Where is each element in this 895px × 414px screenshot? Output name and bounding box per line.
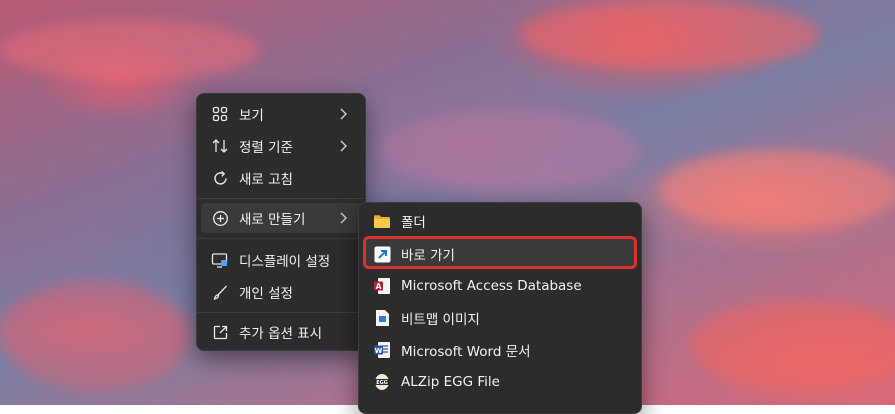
- menu-item-view[interactable]: 보기: [201, 99, 361, 129]
- menu-separator: [197, 312, 365, 313]
- submenu-item-label: ALZip EGG File: [401, 374, 500, 390]
- grid-icon: [209, 103, 231, 125]
- shortcut-icon: [371, 243, 393, 265]
- submenu-item-folder[interactable]: 폴더: [363, 206, 637, 236]
- chevron-right-icon: [340, 140, 347, 152]
- menu-item-label: 정렬 기준: [239, 140, 293, 156]
- new-submenu: 폴더 바로 가기 A Microsoft Access Database 비트맵…: [358, 202, 642, 414]
- submenu-item-label: Microsoft Access Database: [401, 278, 582, 294]
- external-link-icon: [209, 321, 231, 343]
- submenu-item-shortcut[interactable]: 바로 가기: [363, 239, 637, 269]
- menu-item-label: 새로 만들기: [239, 212, 306, 228]
- menu-item-label: 추가 옵션 표시: [239, 326, 323, 342]
- submenu-item-alzip-egg[interactable]: EGG ALZip EGG File: [363, 367, 637, 397]
- menu-item-label: 보기: [239, 108, 264, 124]
- display-icon: [209, 249, 231, 271]
- menu-item-label: 새로 고침: [239, 172, 293, 188]
- menu-item-sort-by[interactable]: 정렬 기준: [201, 131, 361, 161]
- submenu-item-word-document[interactable]: W Microsoft Word 문서: [363, 335, 637, 365]
- word-icon: W: [371, 339, 393, 361]
- menu-item-new[interactable]: 새로 만들기: [201, 203, 361, 233]
- submenu-item-label: 폴더: [401, 215, 426, 231]
- submenu-item-bitmap-image[interactable]: 비트맵 이미지: [363, 303, 637, 333]
- menu-item-personalize[interactable]: 개인 설정: [201, 277, 361, 307]
- brush-icon: [209, 281, 231, 303]
- menu-item-label: 개인 설정: [239, 286, 293, 302]
- chevron-right-icon: [340, 212, 347, 224]
- menu-item-show-more-options[interactable]: 추가 옵션 표시: [201, 317, 361, 347]
- submenu-item-access-database[interactable]: A Microsoft Access Database: [363, 271, 637, 301]
- submenu-item-label: 바로 가기: [401, 248, 455, 264]
- egg-icon: EGG: [371, 371, 393, 393]
- menu-item-display-settings[interactable]: 디스플레이 설정: [201, 245, 361, 275]
- desktop-context-menu: 보기 정렬 기준 새로 고침 새로 만들기 디스플레이 설정 개인 설정 추가 …: [196, 93, 366, 351]
- menu-item-label: 디스플레이 설정: [239, 254, 331, 270]
- sort-icon: [209, 135, 231, 157]
- folder-icon: [371, 210, 393, 232]
- refresh-icon: [209, 167, 231, 189]
- svg-text:W: W: [375, 347, 383, 355]
- menu-separator: [197, 198, 365, 199]
- menu-separator: [197, 238, 365, 239]
- chevron-right-icon: [340, 108, 347, 120]
- svg-text:EGG: EGG: [376, 380, 388, 386]
- submenu-item-label: 비트맵 이미지: [401, 312, 480, 328]
- svg-text:A: A: [376, 282, 382, 291]
- submenu-item-label: Microsoft Word 문서: [401, 344, 531, 360]
- plus-circle-icon: [209, 207, 231, 229]
- bitmap-icon: [371, 307, 393, 329]
- menu-item-refresh[interactable]: 새로 고침: [201, 163, 361, 193]
- access-icon: A: [371, 275, 393, 297]
